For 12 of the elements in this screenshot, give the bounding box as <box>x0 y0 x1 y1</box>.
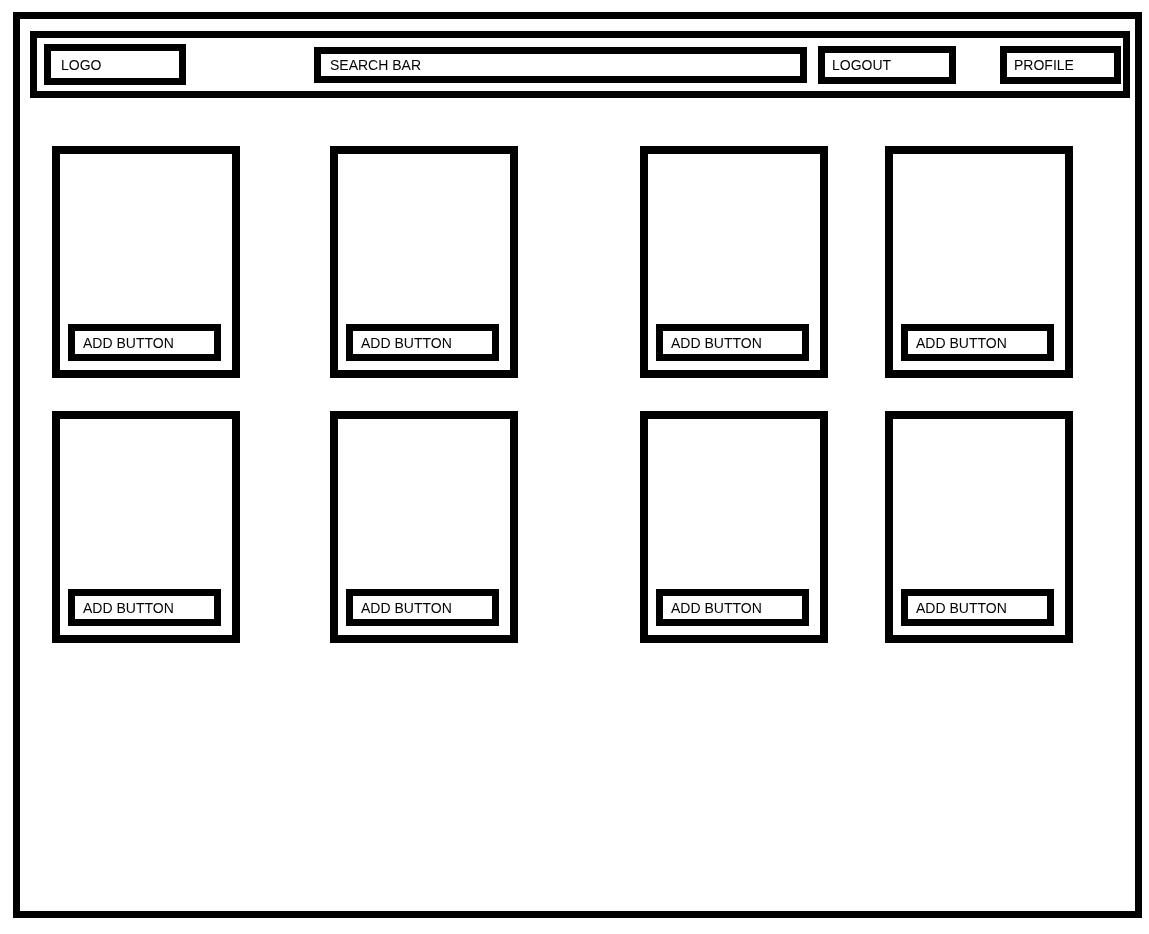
add-button[interactable]: ADD BUTTON <box>656 324 809 361</box>
logout-button[interactable]: LOGOUT <box>818 45 956 84</box>
add-button[interactable]: ADD BUTTON <box>68 324 221 361</box>
add-button[interactable]: ADD BUTTON <box>656 589 809 626</box>
add-button[interactable]: ADD BUTTON <box>346 324 499 361</box>
add-button[interactable]: ADD BUTTON <box>346 589 499 626</box>
profile-button[interactable]: PROFILE <box>1000 45 1121 84</box>
add-button[interactable]: ADD BUTTON <box>901 589 1054 626</box>
add-button[interactable]: ADD BUTTON <box>68 589 221 626</box>
add-button[interactable]: ADD BUTTON <box>901 324 1054 361</box>
logo-link[interactable]: LOGO <box>44 44 186 85</box>
search-bar[interactable]: SEARCH BAR <box>314 46 807 83</box>
